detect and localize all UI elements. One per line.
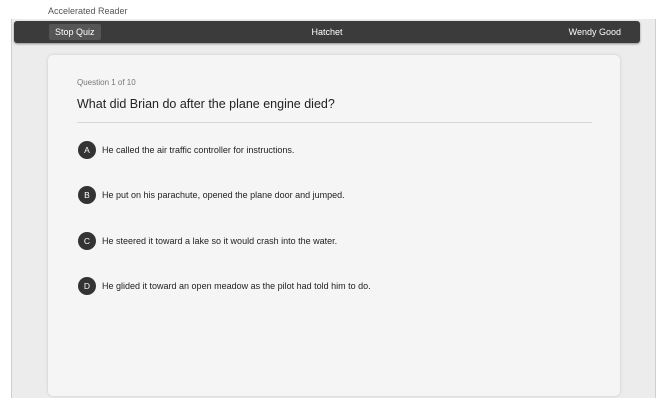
question-text: What did Brian do after the plane engine… — [77, 97, 335, 111]
answer-option-d[interactable]: D He glided it toward an open meadow as … — [78, 277, 371, 295]
answer-letter-badge: B — [78, 186, 96, 204]
answer-text: He called the air traffic controller for… — [102, 145, 295, 155]
quiz-toolbar: Stop Quiz Hatchet Wendy Good — [14, 21, 640, 43]
app-window: Accelerated Reader Stop Quiz Hatchet Wen… — [0, 0, 657, 398]
answer-option-c[interactable]: C He steered it toward a lake so it woul… — [78, 232, 337, 250]
answer-text: He glided it toward an open meadow as th… — [102, 281, 371, 291]
answer-letter-badge: C — [78, 232, 96, 250]
divider — [77, 122, 592, 123]
quiz-title: Hatchet — [311, 27, 343, 37]
question-counter: Question 1 of 10 — [77, 78, 136, 87]
answer-option-a[interactable]: A He called the air traffic controller f… — [78, 141, 294, 159]
answer-letter-badge: D — [78, 277, 96, 295]
answer-text: He steered it toward a lake so it would … — [102, 236, 338, 246]
answer-option-b[interactable]: B He put on his parachute, opened the pl… — [78, 186, 345, 204]
app-title: Accelerated Reader — [48, 6, 128, 16]
answer-letter-badge: A — [78, 141, 96, 159]
answer-text: He put on his parachute, opened the plan… — [102, 190, 345, 200]
user-name: Wendy Good — [568, 27, 621, 37]
question-card: Question 1 of 10 What did Brian do after… — [48, 55, 620, 396]
